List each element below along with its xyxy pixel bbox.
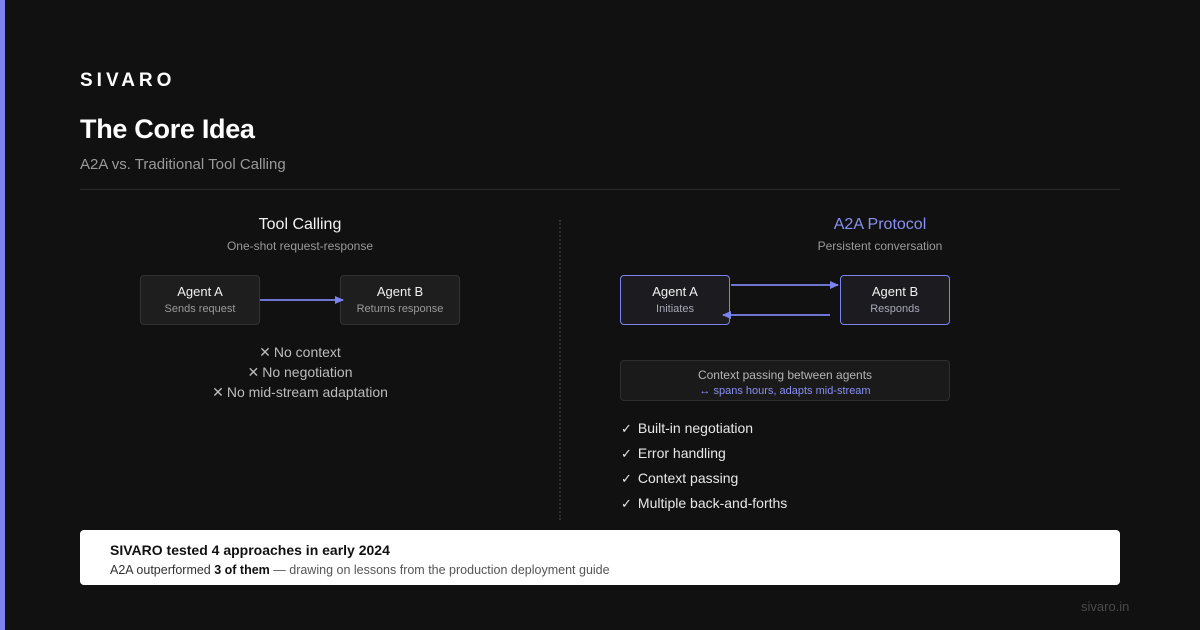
check-icon: ✓ xyxy=(621,496,632,511)
benefit-item: ✓ Error handling xyxy=(621,441,787,466)
header-divider xyxy=(80,189,1120,190)
drawback-item: ✕ No negotiation xyxy=(140,362,460,382)
footer-url: sivaro.in xyxy=(1081,599,1130,614)
x-mark-icon: ✕ xyxy=(247,364,260,380)
tool-calling-drawbacks: ✕ No context ✕ No negotiation ✕ No mid-stre… xyxy=(140,342,460,402)
benefit-label: Context passing xyxy=(637,470,739,486)
benefit-label: Error handling xyxy=(637,445,726,461)
benefit-label: Built-in negotiation xyxy=(637,420,754,436)
a2a-benefits: ✓ Built-in negotiation ✓ Error handling ✓ C… xyxy=(621,416,787,516)
agent-role: Sends request xyxy=(164,303,236,315)
x-mark-icon: ✕ xyxy=(259,344,271,360)
callout-headline: SIVARO tested 4 approaches in early 2024 xyxy=(110,542,390,558)
context-note: ↔ spans hours, adapts mid-stream xyxy=(699,385,871,397)
agent-role: Responds xyxy=(870,303,920,315)
column-divider xyxy=(559,220,561,520)
check-icon: ✓ xyxy=(621,446,632,461)
context-title: Context passing between agents xyxy=(697,368,873,382)
check-icon: ✓ xyxy=(621,471,632,486)
page-subtitle: A2A vs. Traditional Tool Calling xyxy=(80,156,286,173)
drawback-label: No mid-stream adaptation xyxy=(226,384,388,400)
context-passing-box: Context passing between agents ↔ spans h… xyxy=(620,360,950,401)
check-icon: ✓ xyxy=(621,421,632,436)
brand-logo: SIVARO xyxy=(80,70,176,91)
x-mark-icon: ✕ xyxy=(212,384,224,400)
a2a-agent-b: Agent B Responds xyxy=(840,275,950,325)
tool-calling-agent-a: Agent A Sends request xyxy=(140,275,260,325)
benefit-label: Multiple back-and-forths xyxy=(637,495,788,511)
agent-role: Initiates xyxy=(656,303,694,315)
drawback-item: ✕ No context xyxy=(140,342,460,362)
callout-emphasis: 3 of them xyxy=(214,563,270,577)
callout-body-suffix: — drawing on lessons from the production… xyxy=(269,563,610,577)
callout-body-prefix: A2A outperformed xyxy=(110,563,215,577)
tool-calling-heading: Tool Calling xyxy=(258,216,342,233)
tool-calling-agent-b: Agent B Returns response xyxy=(340,275,460,325)
agent-name: Agent B xyxy=(376,284,424,299)
drawback-item: ✕ No mid-stream adaptation xyxy=(140,382,460,402)
accent-bar xyxy=(0,0,5,630)
callout-body: A2A outperformed 3 of them — drawing on … xyxy=(110,562,1090,578)
agent-name: Agent A xyxy=(177,284,223,299)
a2a-subheading: Persistent conversation xyxy=(817,239,943,253)
a2a-heading: A2A Protocol xyxy=(833,216,927,233)
agent-role: Returns response xyxy=(356,303,444,315)
page-title: The Core Idea xyxy=(80,114,255,144)
benefit-item: ✓ Built-in negotiation xyxy=(621,416,787,441)
benefit-item: ✓ Multiple back-and-forths xyxy=(621,491,787,516)
drawback-label: No negotiation xyxy=(262,364,353,380)
agent-name: Agent B xyxy=(871,284,919,299)
a2a-agent-a: Agent A Initiates xyxy=(620,275,730,325)
benefit-item: ✓ Context passing xyxy=(621,466,787,491)
drawback-label: No context xyxy=(273,344,341,360)
results-callout: SIVARO tested 4 approaches in early 2024… xyxy=(80,530,1120,585)
agent-name: Agent A xyxy=(652,284,698,299)
tool-calling-subheading: One-shot request-response xyxy=(226,239,374,253)
